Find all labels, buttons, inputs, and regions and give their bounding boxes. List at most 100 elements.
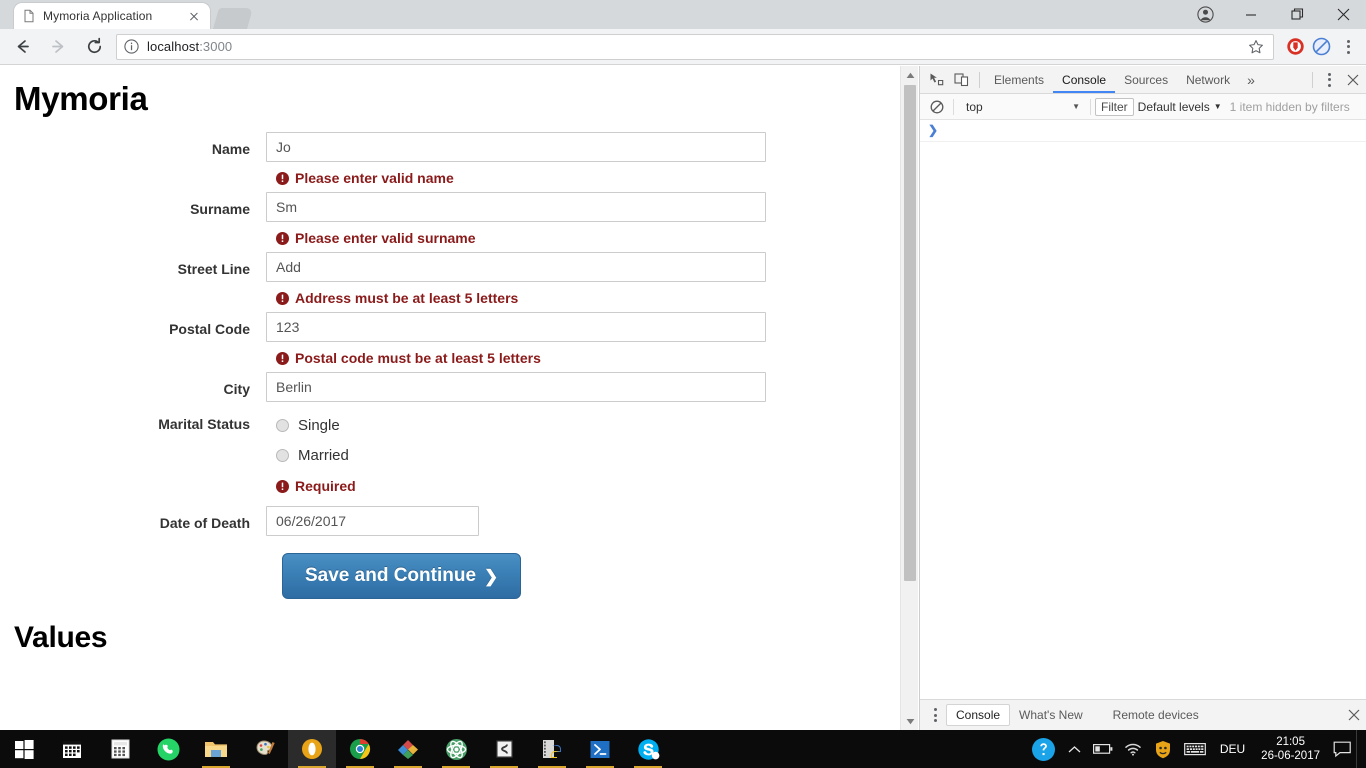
new-tab-icon[interactable] xyxy=(212,8,254,29)
show-desktop-button[interactable] xyxy=(1356,730,1362,768)
google-chrome-icon[interactable] xyxy=(336,730,384,768)
console-filter-input[interactable]: Filter xyxy=(1095,97,1134,116)
action-center-icon[interactable] xyxy=(1328,730,1356,768)
browser-amber-icon[interactable] xyxy=(288,730,336,768)
browser-tab[interactable]: Mymoria Application xyxy=(14,3,210,29)
calculator-icon[interactable] xyxy=(96,730,144,768)
page-scrollbar[interactable] xyxy=(900,66,918,730)
save-and-continue-button[interactable]: Save and Continue ❯ xyxy=(282,553,522,599)
tab-network[interactable]: Network xyxy=(1177,66,1239,93)
devtools-tab-bar: Elements Console Sources Network » xyxy=(920,66,1366,94)
label-surname: Surname xyxy=(190,201,250,217)
clock[interactable]: 21:05 26-06-2017 xyxy=(1253,730,1328,768)
radio-button-icon[interactable] xyxy=(276,418,289,432)
label-date-of-death: Date of Death xyxy=(159,515,250,531)
radio-label-married: Married xyxy=(298,446,349,464)
address-bar[interactable]: localhost:3000 xyxy=(116,33,1274,60)
scroll-up-arrow-icon[interactable] xyxy=(901,66,919,84)
tab-console[interactable]: Console xyxy=(1053,66,1115,93)
minimize-icon[interactable] xyxy=(1228,0,1274,29)
devtools-drawer: Console What's New Remote devices xyxy=(920,699,1366,730)
radio-button-icon[interactable] xyxy=(276,448,289,462)
paint-icon[interactable] xyxy=(240,730,288,768)
form-row-marital-status: Marital Status Single Married Required xyxy=(0,410,900,497)
drawer-close-icon[interactable] xyxy=(1341,702,1366,728)
back-arrow-icon[interactable] xyxy=(6,31,38,63)
help-question-icon[interactable] xyxy=(1025,730,1062,768)
devtools-close-icon[interactable] xyxy=(1340,67,1366,93)
console-levels-selector[interactable]: Default levels ▼ xyxy=(1138,100,1222,114)
reload-icon[interactable] xyxy=(78,31,110,63)
whatsapp-icon[interactable] xyxy=(144,730,192,768)
scroll-down-arrow-icon[interactable] xyxy=(901,712,919,730)
clear-console-icon[interactable] xyxy=(924,94,949,120)
postal-code-input[interactable] xyxy=(266,312,766,342)
tab-title: Mymoria Application xyxy=(43,9,153,23)
forward-arrow-icon xyxy=(42,31,74,63)
adblock-extension-icon[interactable] xyxy=(1282,34,1308,60)
console-hidden-message: 1 item hidden by filters xyxy=(1229,99,1350,114)
show-hidden-icons-icon[interactable] xyxy=(1062,730,1087,768)
city-input[interactable] xyxy=(266,372,766,402)
scrollbar-thumb[interactable] xyxy=(904,85,916,581)
name-input[interactable] xyxy=(266,132,766,162)
wifi-icon[interactable] xyxy=(1119,730,1148,768)
atom-editor-icon[interactable] xyxy=(432,730,480,768)
divider xyxy=(953,98,954,115)
drawer-tab-remote-devices[interactable]: Remote devices xyxy=(1104,704,1208,726)
python-app-icon[interactable] xyxy=(528,730,576,768)
label-marital-status: Marital Status xyxy=(158,416,250,432)
form-row-name: Name Please enter valid name xyxy=(0,132,900,189)
drawer-tab-whats-new[interactable]: What's New xyxy=(1010,704,1092,726)
keyboard-icon[interactable] xyxy=(1178,730,1212,768)
radio-option-single[interactable]: Single xyxy=(276,410,900,440)
date-of-death-input[interactable] xyxy=(266,506,479,536)
skype-icon[interactable] xyxy=(624,730,672,768)
close-icon[interactable] xyxy=(186,8,202,24)
error-name-text: Please enter valid name xyxy=(295,170,454,186)
toggle-device-toolbar-icon[interactable] xyxy=(949,67,974,93)
maximize-restore-icon[interactable] xyxy=(1274,0,1320,29)
chrome-menu-icon[interactable] xyxy=(1334,32,1362,62)
radio-option-married[interactable]: Married xyxy=(276,440,900,470)
blocker-extension-icon[interactable] xyxy=(1308,34,1334,60)
divider xyxy=(1090,98,1091,115)
console-context-selector[interactable]: top ▼ xyxy=(958,97,1086,116)
drawer-menu-icon[interactable] xyxy=(924,702,946,728)
label-name: Name xyxy=(211,141,250,157)
drawer-tab-console[interactable]: Console xyxy=(946,704,1011,726)
star-icon[interactable] xyxy=(1245,36,1267,58)
inspect-element-icon[interactable] xyxy=(924,67,949,93)
profile-avatar-icon[interactable] xyxy=(1182,0,1228,29)
window-close-icon[interactable] xyxy=(1320,0,1366,29)
file-explorer-icon[interactable] xyxy=(192,730,240,768)
error-surname-text: Please enter valid surname xyxy=(295,230,476,246)
radio-label-single: Single xyxy=(298,416,340,434)
chevron-down-icon: ▼ xyxy=(1072,102,1080,111)
console-prompt[interactable]: ❯ xyxy=(920,120,1366,142)
surname-input[interactable] xyxy=(266,192,766,222)
chevron-double-right-icon[interactable]: » xyxy=(1239,72,1263,88)
console-output[interactable]: ❯ xyxy=(920,120,1366,699)
windows-start-icon[interactable] xyxy=(0,730,48,768)
keyboard-language-indicator[interactable]: DEU xyxy=(1212,742,1253,756)
tab-elements[interactable]: Elements xyxy=(985,66,1053,93)
powershell-icon[interactable] xyxy=(576,730,624,768)
tab-sources[interactable]: Sources xyxy=(1115,66,1177,93)
diamond-app-icon[interactable] xyxy=(384,730,432,768)
form-row-postal-code: Postal Code Postal code must xyxy=(0,312,900,369)
firewall-shield-icon[interactable] xyxy=(1148,730,1178,768)
street-line-input[interactable] xyxy=(266,252,766,282)
error-exclamation-icon xyxy=(276,479,289,493)
clock-time: 21:05 xyxy=(1276,736,1305,748)
calendar-icon[interactable] xyxy=(48,730,96,768)
devtools-menu-icon[interactable] xyxy=(1318,67,1340,93)
battery-icon[interactable] xyxy=(1087,730,1119,768)
page-info-icon[interactable] xyxy=(123,38,141,56)
error-name: Please enter valid name xyxy=(276,167,900,189)
error-postal-code: Postal code must be at least 5 letters xyxy=(276,347,900,369)
url-text: localhost:3000 xyxy=(147,39,232,54)
sublime-text-icon[interactable] xyxy=(480,730,528,768)
error-marital-status: Required xyxy=(276,475,900,497)
console-prompt-caret-icon: ❯ xyxy=(928,123,939,137)
